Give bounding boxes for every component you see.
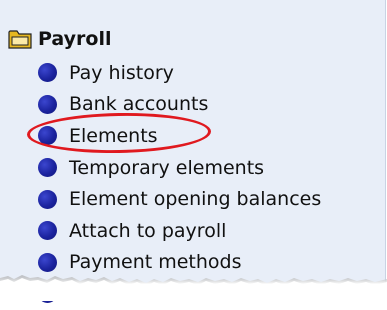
blue-bullet-icon xyxy=(38,221,57,241)
tree-item-attach-to-payroll[interactable]: Attach to payroll xyxy=(38,215,321,247)
payroll-folder[interactable]: Payroll xyxy=(8,27,112,51)
tree-item-label: Element opening balances xyxy=(69,188,322,211)
folder-icon xyxy=(8,30,32,49)
folder-label: Payroll xyxy=(38,28,112,50)
tree-item-temporary-elements[interactable]: Temporary elements xyxy=(38,152,321,184)
tree-item-label: Attach to payroll xyxy=(69,219,227,242)
tree-item-element-opening-balances[interactable]: Element opening balances xyxy=(38,183,321,215)
blue-bullet-icon xyxy=(38,94,57,114)
tree-item-label: Bank accounts xyxy=(69,93,209,116)
blue-bullet-icon xyxy=(38,158,57,178)
navigation-tree-panel: Payroll Pay history Bank accounts Elemen… xyxy=(0,0,386,305)
blue-bullet-icon xyxy=(38,63,57,83)
tree-item-pay-history[interactable]: Pay history xyxy=(38,57,321,89)
torn-edge-overlay xyxy=(0,275,387,301)
tree-item-label: Pay history xyxy=(69,61,174,84)
tree-item-label: Temporary elements xyxy=(69,156,265,179)
blue-bullet-icon xyxy=(38,189,57,209)
